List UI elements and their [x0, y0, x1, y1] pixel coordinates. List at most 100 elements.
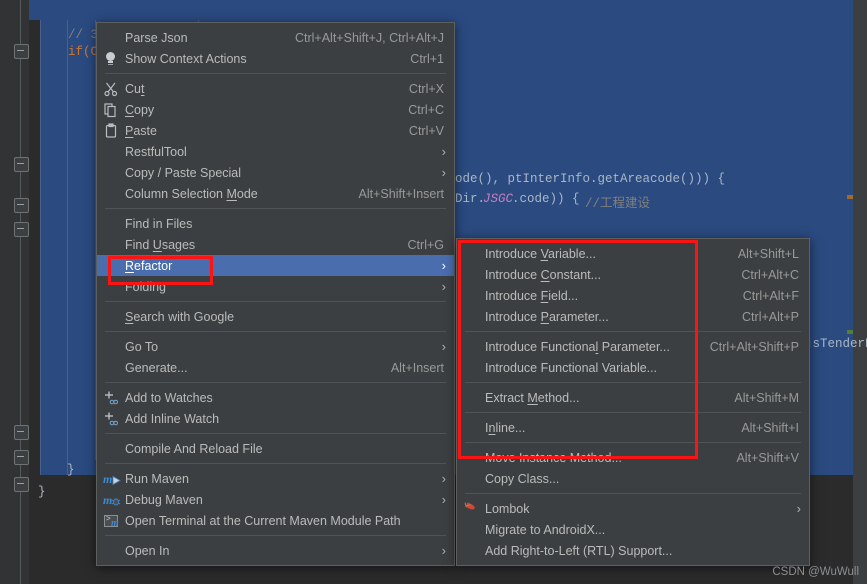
code-line: JSGC	[483, 192, 514, 206]
menu-item-label: Introduce Parameter...	[485, 309, 609, 324]
menu-separator	[465, 412, 801, 413]
menu-item-add-right-to-left-rtl-support[interactable]: Add Right-to-Left (RTL) Support...	[457, 540, 809, 561]
refactor-submenu[interactable]: Introduce Variable... Alt+Shift+L Introduc…	[456, 238, 810, 566]
menu-item-add-to-watches[interactable]: Add to Watches	[97, 387, 454, 408]
menu-item-extract-method[interactable]: Extract Method... Alt+Shift+M	[457, 387, 809, 408]
menu-item-shortcut: Ctrl+Alt+C	[741, 267, 799, 282]
menu-item-open-terminal-at-the-current-maven-module-path[interactable]: m Open Terminal at the Current Maven Modu…	[97, 510, 454, 531]
menu-item-run-maven[interactable]: m Run Maven ›	[97, 468, 454, 489]
menu-item-label: Compile And Reload File	[125, 441, 263, 456]
code-line: //工程建设	[585, 197, 651, 211]
fold-marker-icon[interactable]	[14, 157, 29, 172]
menu-item-restfultool[interactable]: RestfulTool ›	[97, 141, 454, 162]
chevron-right-icon: ›	[441, 144, 446, 159]
csdn-watermark: CSDN @WuWull	[772, 566, 859, 578]
menu-item-add-inline-watch[interactable]: Add Inline Watch	[97, 408, 454, 429]
menu-item-label: Copy / Paste Special	[125, 165, 242, 180]
menu-item-column-selection-mode[interactable]: Column Selection Mode Alt+Shift+Insert	[97, 183, 454, 204]
menu-item-refactor[interactable]: Refactor ›	[97, 255, 454, 276]
menu-item-folding[interactable]: Folding ›	[97, 276, 454, 297]
chevron-right-icon: ›	[441, 471, 446, 486]
menu-item-shortcut: Ctrl+C	[408, 102, 444, 117]
menu-separator	[105, 433, 446, 434]
menu-separator	[105, 535, 446, 536]
editor-scrollbar[interactable]	[853, 0, 867, 584]
menu-item-migrate-to-androidx[interactable]: Migrate to AndroidX...	[457, 519, 809, 540]
chevron-right-icon: ›	[441, 543, 446, 558]
menu-item-move-instance-method[interactable]: Move Instance Method... Alt+Shift+V	[457, 447, 809, 468]
menu-item-copy[interactable]: Copy Ctrl+C	[97, 99, 454, 120]
menu-item-parse-json[interactable]: Parse Json Ctrl+Alt+Shift+J, Ctrl+Alt+J	[97, 27, 454, 48]
menu-item-introduce-parameter[interactable]: Introduce Parameter... Ctrl+Alt+P	[457, 306, 809, 327]
code-line: ode(), ptInterInfo.getAreacode())) {	[455, 172, 726, 186]
menu-item-label: Cut	[125, 81, 145, 96]
menu-item-find-in-files[interactable]: Find in Files	[97, 213, 454, 234]
code-line: Dir.	[455, 192, 486, 206]
menu-item-label: Go To	[125, 339, 159, 354]
menu-item-label: Move Instance Method...	[485, 450, 622, 465]
code-line: .code)) {	[512, 192, 580, 206]
indent-guide	[40, 20, 41, 475]
menu-item-cut[interactable]: Cut Ctrl+X	[97, 78, 454, 99]
editor-gutter[interactable]	[0, 0, 29, 584]
menu-item-shortcut: Ctrl+X	[408, 81, 444, 96]
menu-item-lombok[interactable]: Lombok ›	[457, 498, 809, 519]
menu-item-introduce-functional-variable[interactable]: Introduce Functional Variable...	[457, 357, 809, 378]
menu-item-label: Add Inline Watch	[125, 411, 220, 426]
menu-item-go-to[interactable]: Go To ›	[97, 336, 454, 357]
fold-marker-icon[interactable]	[14, 425, 29, 440]
menu-item-generate[interactable]: Generate... Alt+Insert	[97, 357, 454, 378]
menu-item-label: Introduce Functional Variable...	[485, 360, 658, 375]
menu-item-shortcut: Ctrl+1	[410, 51, 444, 66]
fold-marker-icon[interactable]	[14, 44, 29, 59]
menu-item-introduce-variable[interactable]: Introduce Variable... Alt+Shift+L	[457, 243, 809, 264]
menu-item-label: RestfulTool	[125, 144, 187, 159]
menu-item-shortcut: Alt+Shift+V	[736, 450, 799, 465]
menu-item-label: Show Context Actions	[125, 51, 247, 66]
menu-item-label: Generate...	[125, 360, 188, 375]
menu-item-label: Extract Method...	[485, 390, 580, 405]
editor-context-menu[interactable]: Parse Json Ctrl+Alt+Shift+J, Ctrl+Alt+J Sh…	[96, 22, 455, 566]
menu-item-label: Open In	[125, 543, 170, 558]
menu-item-label: Search with Google	[125, 309, 235, 324]
code-line: }	[38, 485, 46, 499]
code-line: }	[67, 463, 75, 477]
menu-separator	[105, 331, 446, 332]
menu-item-compile-and-reload-file[interactable]: Compile And Reload File	[97, 438, 454, 459]
menu-separator	[465, 493, 801, 494]
menu-item-label: Lombok	[485, 501, 530, 516]
lombok-icon	[463, 500, 479, 517]
menu-separator	[105, 208, 446, 209]
watch-icon	[103, 411, 119, 427]
menu-item-introduce-constant[interactable]: Introduce Constant... Ctrl+Alt+C	[457, 264, 809, 285]
gutter-marker	[847, 330, 853, 334]
menu-item-open-in[interactable]: Open In ›	[97, 540, 454, 561]
menu-item-label: Copy Class...	[485, 471, 560, 486]
menu-item-label: Find in Files	[125, 216, 193, 231]
fold-marker-icon[interactable]	[14, 477, 29, 492]
menu-item-label: Column Selection Mode	[125, 186, 258, 201]
maven-run-icon: m	[103, 471, 121, 487]
menu-item-label: Introduce Constant...	[485, 267, 602, 282]
menu-item-label: Introduce Field...	[485, 288, 579, 303]
fold-marker-icon[interactable]	[14, 222, 29, 237]
menu-separator	[105, 73, 446, 74]
menu-item-copy-class[interactable]: Copy Class...	[457, 468, 809, 489]
menu-item-search-with-google[interactable]: Search with Google	[97, 306, 454, 327]
menu-separator	[105, 463, 446, 464]
menu-item-label: Refactor	[125, 258, 173, 273]
fold-marker-icon[interactable]	[14, 198, 29, 213]
menu-item-show-context-actions[interactable]: Show Context Actions Ctrl+1	[97, 48, 454, 69]
menu-separator	[105, 301, 446, 302]
code-line: // 3	[68, 28, 99, 42]
indent-guide	[67, 20, 68, 475]
menu-item-copy-paste-special[interactable]: Copy / Paste Special ›	[97, 162, 454, 183]
menu-item-introduce-field[interactable]: Introduce Field... Ctrl+Alt+F	[457, 285, 809, 306]
menu-item-find-usages[interactable]: Find Usages Ctrl+G	[97, 234, 454, 255]
menu-item-introduce-functional-parameter[interactable]: Introduce Functional Parameter... Ctrl+Al…	[457, 336, 809, 357]
menu-item-debug-maven[interactable]: m Debug Maven ›	[97, 489, 454, 510]
menu-item-label: Migrate to AndroidX...	[485, 522, 606, 537]
menu-item-inline[interactable]: Inline... Alt+Shift+I	[457, 417, 809, 438]
fold-marker-icon[interactable]	[14, 450, 29, 465]
menu-item-paste[interactable]: Paste Ctrl+V	[97, 120, 454, 141]
